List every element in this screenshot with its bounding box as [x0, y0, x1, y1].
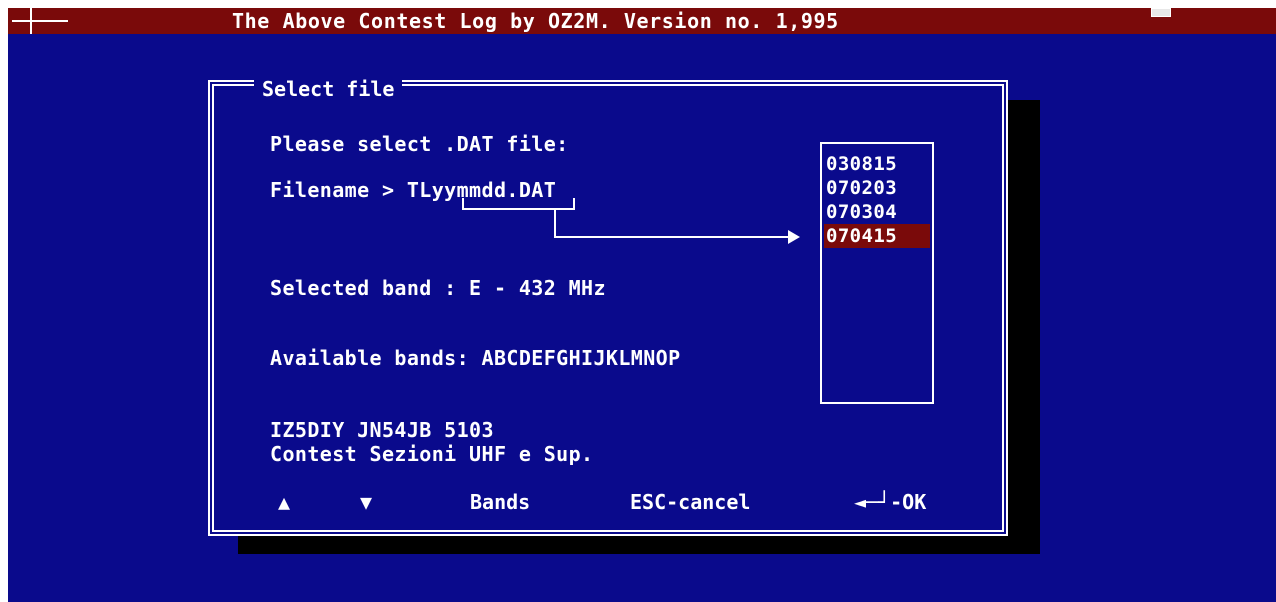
down-arrow-icon[interactable]: ▼ — [360, 490, 372, 514]
available-bands: Available bands: ABCDEFGHIJKLMNOP — [270, 346, 681, 370]
up-arrow-icon[interactable]: ▲ — [278, 490, 290, 514]
window-title: The Above Contest Log by OZ2M. Version n… — [232, 9, 839, 33]
connector-vertical — [554, 208, 556, 238]
filename-line: Filename > TLyymmdd.DAT — [270, 178, 557, 202]
select-file-dialog: Select file Please select .DAT file: Fil… — [208, 76, 1008, 536]
title-bar: The Above Contest Log by OZ2M. Version n… — [8, 8, 1276, 34]
right-arrow-icon — [788, 230, 800, 244]
cancel-button[interactable]: ESC-cancel — [630, 490, 750, 514]
file-listbox[interactable]: 030815 070203 070304 070415 — [820, 142, 934, 404]
connector-horizontal — [554, 236, 790, 238]
file-item[interactable]: 030815 — [824, 152, 930, 176]
contest-line: Contest Sezioni UHF e Sup. — [270, 442, 594, 466]
station-line: IZ5DIY JN54JB 5103 — [270, 418, 494, 442]
restore-icon[interactable] — [1151, 8, 1171, 17]
file-item[interactable]: 070304 — [824, 200, 930, 224]
file-item-selected[interactable]: 070415 — [824, 224, 930, 248]
file-item[interactable]: 070203 — [824, 176, 930, 200]
dialog-title: Select file — [254, 76, 403, 102]
ok-button[interactable]: ◄─┘-OK — [854, 490, 926, 514]
bracket-bottom — [462, 208, 574, 210]
bands-button[interactable]: Bands — [470, 490, 530, 514]
system-menu-icon[interactable] — [12, 8, 68, 34]
prompt-text: Please select .DAT file: — [270, 132, 569, 156]
selected-band: Selected band : E - 432 MHz — [270, 276, 606, 300]
bracket-right — [573, 198, 575, 210]
